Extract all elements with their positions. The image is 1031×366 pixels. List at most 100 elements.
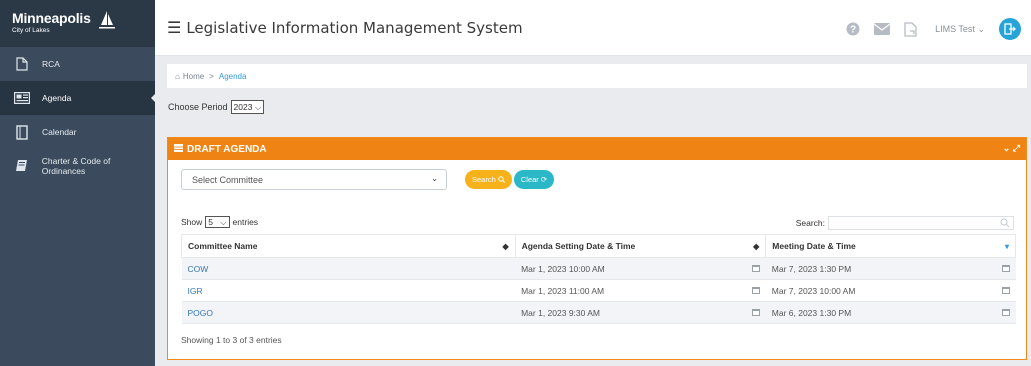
search-label: Search: <box>795 218 825 228</box>
expand-icon[interactable]: ⤢ <box>1013 143 1020 153</box>
calendar-icon[interactable] <box>1001 308 1010 318</box>
table-info: Showing 1 to 3 of 3 entries <box>181 335 282 345</box>
show-label: Show <box>181 217 203 227</box>
agenda-table: Committee Name ◆ Agenda Setting Date & Ti… <box>181 234 1016 324</box>
calendar-icon[interactable] <box>1001 286 1010 296</box>
chevron-down-icon: ⌄ <box>431 174 438 183</box>
committee-name[interactable]: COW <box>188 264 209 274</box>
entries-label: entries <box>232 217 259 227</box>
meeting-date-cell: Mar 7, 2023 1:30 PM <box>765 257 1016 280</box>
sidebar-item-agenda[interactable]: Agenda <box>0 81 156 115</box>
sailboat-logo-icon <box>99 11 115 29</box>
breadcrumb-home[interactable]: Home <box>183 72 204 81</box>
column-header-agenda-setting[interactable]: Agenda Setting Date & Time ◆ <box>514 234 767 258</box>
column-header-label: Agenda Setting Date & Time <box>521 241 636 251</box>
calendar-icon[interactable] <box>1001 264 1010 274</box>
calendar-icon <box>12 124 32 140</box>
sidebar-item-label: RCA <box>42 59 60 69</box>
search-icon <box>1000 218 1010 228</box>
chevron-down-icon: ⌵ <box>254 101 262 112</box>
sidebar-item-calendar[interactable]: Calendar <box>0 115 155 149</box>
calendar-icon[interactable] <box>751 308 760 318</box>
agenda-setting-cell: Mar 1, 2023 11:00 AM <box>515 279 766 302</box>
meeting-date-value: Mar 6, 2023 1:30 PM <box>771 307 852 318</box>
clear-button[interactable]: Clear ⟳ <box>513 170 555 189</box>
committee-name[interactable]: POGO <box>188 308 214 318</box>
column-header-label: Committee Name <box>188 241 258 251</box>
book-icon <box>12 158 32 174</box>
sign-out-icon <box>1004 23 1016 35</box>
agenda-setting-cell: Mar 1, 2023 9:30 AM <box>515 301 766 324</box>
sidebar: Minneapolis City of Lakes RCA Agenda Cal… <box>0 0 156 366</box>
brand-subtitle: City of Lakes <box>12 27 50 34</box>
breadcrumb-current[interactable]: Agenda <box>219 72 247 81</box>
committee-link[interactable]: POGO <box>181 301 516 324</box>
committee-link[interactable]: IGR <box>181 279 516 302</box>
table-row: POGO Mar 1, 2023 9:30 AM Mar 6, 2023 1:3… <box>181 301 1016 324</box>
collapse-icon[interactable]: ⌄ <box>1003 143 1011 153</box>
period-chooser: Choose Period 2023 ⌵ <box>168 100 265 114</box>
panel-title: DRAFT AGENDA <box>187 143 267 155</box>
sidebar-item-label: Calendar <box>42 127 77 137</box>
table-row: COW Mar 1, 2023 10:00 AM Mar 7, 2023 1:3… <box>181 257 1016 280</box>
mail-icon[interactable] <box>874 23 891 35</box>
header-actions: ? LIMS Test ⌄ <box>832 18 1021 40</box>
user-menu[interactable]: LIMS Test ⌄ <box>935 24 985 35</box>
panel-tools: ⌄ ⤢ <box>1003 143 1020 154</box>
user-name: LIMS Test <box>935 23 975 34</box>
calendar-icon[interactable] <box>751 286 760 296</box>
committee-name[interactable]: IGR <box>188 286 203 296</box>
table-search: Search: <box>796 216 1014 230</box>
brand-logo-area[interactable]: Minneapolis City of Lakes <box>0 0 155 47</box>
sort-icon: ◆ <box>753 242 760 251</box>
sidebar-item-rca[interactable]: RCA <box>0 47 155 81</box>
agenda-setting-value: Mar 1, 2023 9:30 AM <box>521 307 601 318</box>
document-icon <box>12 56 32 72</box>
page-length-control: Show 5 ⌵ entries <box>181 216 258 228</box>
committee-select-value: Select Committee <box>192 174 264 185</box>
search-input[interactable] <box>828 216 1014 230</box>
meeting-date-cell: Mar 6, 2023 1:30 PM <box>765 301 1016 324</box>
sort-desc-icon: ▾ <box>1004 242 1009 251</box>
logout-button[interactable] <box>999 18 1021 40</box>
top-header: ☰ Legislative Information Management Sys… <box>155 0 1031 56</box>
sidebar-item-label: Charter & Code of Ordinances <box>41 156 111 176</box>
home-icon: ⌂ <box>175 71 180 81</box>
period-label: Choose Period <box>168 102 228 112</box>
filter-row: Select Committee ⌄ Search Clear ⟳ <box>181 169 555 190</box>
agenda-setting-value: Mar 1, 2023 11:00 AM <box>521 285 605 296</box>
committee-select[interactable]: Select Committee ⌄ <box>181 169 447 190</box>
breadcrumb: ⌂ Home > Agenda <box>167 64 1027 88</box>
table-row: IGR Mar 1, 2023 11:00 AM Mar 7, 2023 10:… <box>181 279 1016 302</box>
meeting-date-value: Mar 7, 2023 10:00 AM <box>771 285 856 296</box>
table-icon <box>174 143 183 155</box>
chevron-down-icon: ⌄ <box>977 23 985 34</box>
meeting-date-cell: Mar 7, 2023 10:00 AM <box>765 279 1016 302</box>
page-length-select[interactable]: 5 ⌵ <box>205 216 230 228</box>
column-header-meeting-date[interactable]: Meeting Date & Time ▾ <box>765 234 1016 258</box>
sidebar-item-charter[interactable]: Charter & Code of Ordinances <box>0 149 155 183</box>
search-icon <box>498 176 505 183</box>
sort-icon: ◆ <box>502 242 509 251</box>
meeting-date-value: Mar 7, 2023 1:30 PM <box>771 263 852 274</box>
sidebar-item-label: Agenda <box>42 93 72 103</box>
panel-header: DRAFT AGENDA ⌄ ⤢ <box>168 138 1026 160</box>
newspaper-icon <box>12 90 32 106</box>
clear-button-label: Clear <box>520 175 539 184</box>
period-select[interactable]: 2023 ⌵ <box>230 100 265 114</box>
help-icon[interactable]: ? <box>846 22 860 36</box>
committee-link[interactable]: COW <box>181 257 516 280</box>
document-export-icon[interactable] <box>904 21 917 37</box>
calendar-icon[interactable] <box>751 264 760 274</box>
refresh-icon: ⟳ <box>540 175 548 184</box>
page-length-value: 5 <box>208 217 213 227</box>
search-button-label: Search <box>472 175 496 184</box>
svg-text:?: ? <box>850 25 856 36</box>
draft-agenda-panel: DRAFT AGENDA ⌄ ⤢ Select Committee ⌄ Sear… <box>167 137 1027 360</box>
agenda-setting-cell: Mar 1, 2023 10:00 AM <box>515 257 766 280</box>
period-value: 2023 <box>233 102 253 112</box>
column-header-label: Meeting Date & Time <box>772 241 856 251</box>
search-button[interactable]: Search <box>465 170 512 189</box>
column-header-committee-name[interactable]: Committee Name ◆ <box>181 234 516 258</box>
hamburger-menu-icon[interactable]: ☰ <box>167 18 181 37</box>
